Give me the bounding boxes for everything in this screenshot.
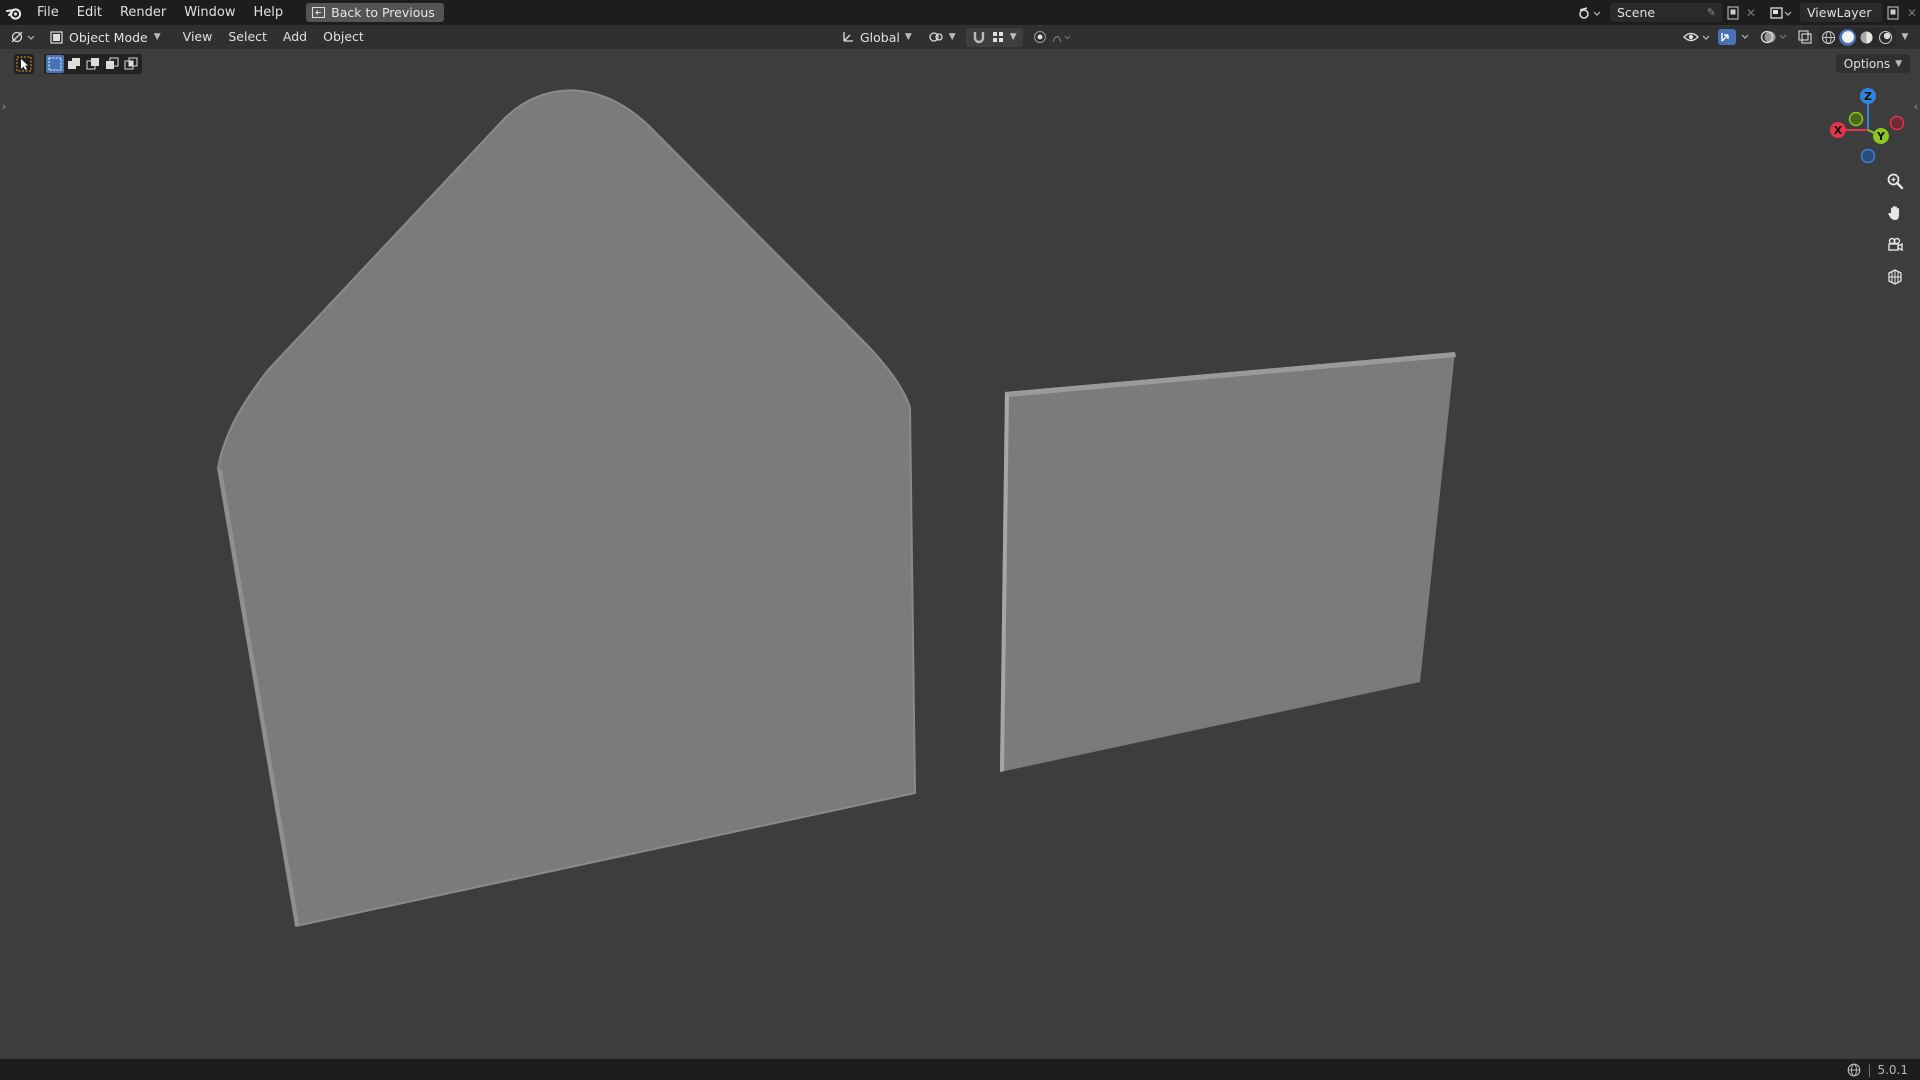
x-axis-label: X	[1834, 124, 1843, 137]
scene-name-field[interactable]: Scene ✎	[1610, 3, 1722, 22]
chevron-down-icon: ▼	[1895, 58, 1902, 69]
globe-icon	[1848, 1063, 1861, 1076]
visibility-eye-icon[interactable]	[1680, 26, 1714, 48]
scene-browse-icon[interactable]	[1574, 2, 1604, 24]
options-label: Options	[1843, 56, 1891, 71]
blender-logo-icon[interactable]	[0, 0, 28, 25]
zoom-magnifier-icon[interactable]	[1882, 168, 1908, 194]
select-box-tool-icon[interactable]	[14, 54, 34, 74]
proportional-edit-icon	[1033, 31, 1046, 43]
xray-toggle-icon[interactable]	[1794, 26, 1816, 48]
transform-orientation-label: Global	[860, 29, 900, 45]
remove-scene-icon[interactable]: ✕	[1744, 2, 1758, 24]
z-negative-axis-icon[interactable]	[1860, 148, 1876, 164]
toolbar-expand-arrow-icon[interactable]: ›	[2, 100, 6, 113]
navigation-buttons	[1882, 168, 1908, 290]
invert-selection-icon[interactable]	[103, 55, 121, 73]
remove-view-layer-icon[interactable]: ✕	[1904, 2, 1920, 24]
scene-name-text: Scene	[1617, 5, 1656, 20]
y-negative-axis-icon[interactable]	[1848, 111, 1864, 127]
camera-view-icon[interactable]	[1882, 232, 1908, 258]
transform-tools: Global ▼ ▼ ▼	[835, 25, 1078, 49]
snap-toggle[interactable]: ▼	[965, 27, 1023, 47]
view-layer-text: ViewLayer	[1807, 5, 1872, 20]
new-view-layer-icon[interactable]	[1882, 2, 1904, 24]
falloff-curve-icon	[1052, 35, 1071, 43]
menu-view[interactable]: View	[175, 25, 221, 49]
chevron-down-icon: ▼	[904, 32, 912, 42]
y-axis-label: Y	[1876, 130, 1886, 143]
object-mode-label: Object Mode	[69, 29, 148, 45]
x-negative-axis-icon[interactable]	[1889, 115, 1905, 131]
intersect-selection-icon[interactable]	[122, 55, 140, 73]
view-layer-browse-icon[interactable]	[1766, 2, 1796, 24]
object-mode-icon	[50, 30, 63, 44]
set-new-selection-icon[interactable]	[46, 55, 64, 73]
sidebar-expand-arrow-icon[interactable]: ‹	[1914, 100, 1918, 113]
extend-selection-icon[interactable]	[65, 55, 83, 73]
screen-back-icon	[312, 7, 326, 18]
status-bar: | 5.0.1	[0, 1059, 1920, 1080]
options-dropdown[interactable]: Options ▼	[1835, 54, 1910, 73]
snap-grid-icon	[992, 32, 1003, 42]
chevron-down-icon: ▼	[153, 32, 161, 42]
magnet-icon	[973, 32, 984, 44]
subtract-selection-icon[interactable]	[84, 55, 102, 73]
rendered-shading-icon[interactable]	[1877, 29, 1894, 46]
material-preview-icon[interactable]	[1858, 29, 1875, 46]
top-right-controls: Scene ✎ ✕ ViewLayer ✕	[1574, 0, 1920, 25]
house-shaped-plane[interactable]	[217, 89, 916, 927]
view-layer-field[interactable]: ViewLayer	[1800, 3, 1882, 22]
viewport-display-tools: ▼	[1680, 25, 1912, 49]
transform-orientation-select[interactable]: Global ▼	[835, 28, 918, 47]
back-to-previous-label: Back to Previous	[331, 5, 435, 20]
pivot-icon	[929, 32, 943, 42]
object-mode-select[interactable]: Object Mode ▼	[44, 27, 167, 47]
rectangular-plane[interactable]	[1000, 352, 1456, 772]
menu-help[interactable]: Help	[245, 0, 293, 25]
orientation-axes-icon	[843, 32, 853, 42]
menu-select[interactable]: Select	[220, 25, 275, 49]
proportional-editing-toggle[interactable]	[1027, 28, 1078, 47]
menu-render[interactable]: Render	[111, 0, 175, 25]
back-to-previous-button[interactable]: Back to Previous	[306, 3, 444, 22]
viewport-canvas[interactable]	[0, 0, 1920, 1080]
z-axis-label: Z	[1864, 90, 1872, 103]
navigation-gizmo[interactable]: Z X Y	[1825, 82, 1905, 167]
menu-add[interactable]: Add	[275, 25, 315, 49]
top-bar: File Edit Render Window Help Back to Pre…	[0, 0, 1920, 25]
pan-hand-icon[interactable]	[1882, 200, 1908, 226]
blender-version: 5.0.1	[1877, 1062, 1908, 1077]
version-info: | 5.0.1	[1847, 1063, 1920, 1077]
chevron-down-icon: ▼	[948, 32, 956, 42]
menu-object[interactable]: Object	[315, 25, 372, 49]
tool-settings-row	[14, 53, 142, 75]
pivot-point-select[interactable]: ▼	[922, 28, 962, 47]
menu-file[interactable]: File	[28, 0, 68, 25]
menu-edit[interactable]: Edit	[68, 0, 111, 25]
menu-window[interactable]: Window	[175, 0, 244, 25]
new-scene-icon[interactable]	[1722, 2, 1744, 24]
status-separator: |	[1867, 1062, 1872, 1077]
orthographic-grid-icon[interactable]	[1882, 264, 1908, 290]
shading-mode-group	[1818, 27, 1896, 47]
gizmo-toggle-icon[interactable]	[1716, 26, 1756, 48]
shading-options-chevron-icon[interactable]: ▼	[1898, 26, 1912, 48]
pin-icon[interactable]: ✎	[1707, 6, 1716, 19]
chevron-down-icon: ▼	[1009, 32, 1017, 42]
solid-shading-icon[interactable]	[1839, 28, 1856, 46]
selection-mode-group	[44, 54, 142, 74]
wireframe-shading-icon[interactable]	[1820, 29, 1837, 46]
editor-type-icon[interactable]	[6, 26, 40, 48]
overlays-icon[interactable]	[1758, 26, 1792, 48]
